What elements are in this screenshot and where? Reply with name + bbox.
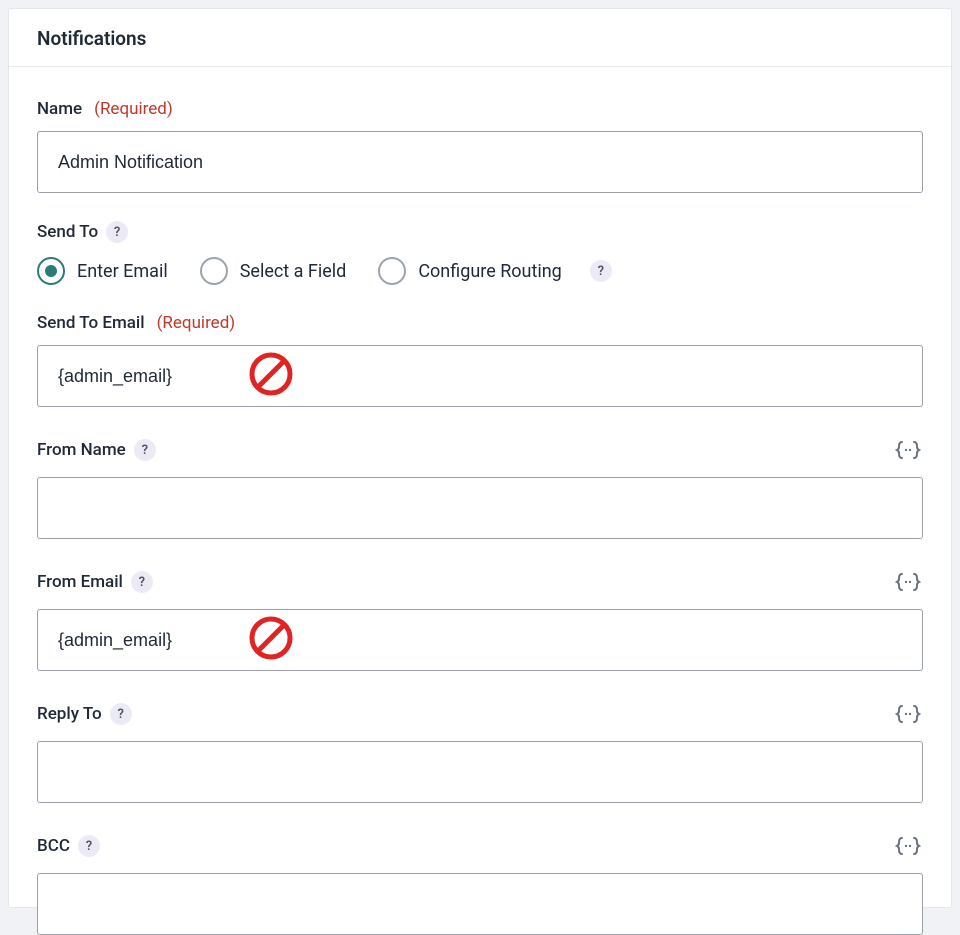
radio-label: Select a Field: [240, 261, 347, 282]
bcc-group: BCC ?: [37, 831, 923, 935]
radio-label: Configure Routing: [418, 261, 561, 282]
merge-tag-icon[interactable]: [893, 567, 923, 597]
radio-select-field[interactable]: Select a Field: [200, 257, 347, 285]
help-icon[interactable]: ?: [106, 221, 128, 243]
from-name-group: From Name ?: [37, 435, 923, 539]
from-name-input[interactable]: [37, 477, 923, 539]
send-to-label: Send To: [37, 222, 98, 242]
send-to-email-required: (Required): [157, 313, 236, 333]
help-icon[interactable]: ?: [78, 835, 100, 857]
send-to-email-label: Send To Email: [37, 313, 145, 333]
panel-title: Notifications: [9, 9, 951, 67]
name-field-group: Name (Required): [37, 99, 923, 193]
send-to-options: Enter Email Select a Field Configure Rou…: [37, 257, 923, 285]
from-email-group: From Email ?: [37, 567, 923, 671]
merge-tag-icon[interactable]: [893, 699, 923, 729]
from-email-input[interactable]: [37, 609, 923, 671]
send-to-group: Send To ? Enter Email Select a Field Con…: [37, 221, 923, 285]
send-to-email-group: Send To Email (Required): [37, 313, 923, 407]
bcc-input[interactable]: [37, 873, 923, 935]
merge-tag-icon[interactable]: [893, 435, 923, 465]
radio-enter-email[interactable]: Enter Email: [37, 257, 168, 285]
from-name-label: From Name: [37, 440, 126, 460]
merge-tag-icon[interactable]: [893, 831, 923, 861]
reply-to-input[interactable]: [37, 741, 923, 803]
panel-body: Name (Required) Send To ? Enter Email: [9, 67, 951, 935]
reply-to-group: Reply To ?: [37, 699, 923, 803]
help-icon[interactable]: ?: [110, 703, 132, 725]
name-label: Name: [37, 99, 82, 119]
name-required: (Required): [94, 99, 173, 119]
radio-configure-routing[interactable]: Configure Routing: [378, 257, 561, 285]
help-icon[interactable]: ?: [590, 260, 612, 282]
bcc-label: BCC: [37, 836, 70, 856]
help-icon[interactable]: ?: [131, 571, 153, 593]
send-to-email-input[interactable]: [37, 345, 923, 407]
radio-icon: [200, 257, 228, 285]
radio-icon: [37, 257, 65, 285]
reply-to-label: Reply To: [37, 704, 102, 724]
from-email-label: From Email: [37, 572, 123, 592]
radio-label: Enter Email: [77, 261, 168, 282]
radio-icon: [378, 257, 406, 285]
notifications-panel: Notifications Name (Required) Send To ?: [8, 8, 952, 908]
help-icon[interactable]: ?: [134, 439, 156, 461]
name-input[interactable]: [37, 131, 923, 193]
